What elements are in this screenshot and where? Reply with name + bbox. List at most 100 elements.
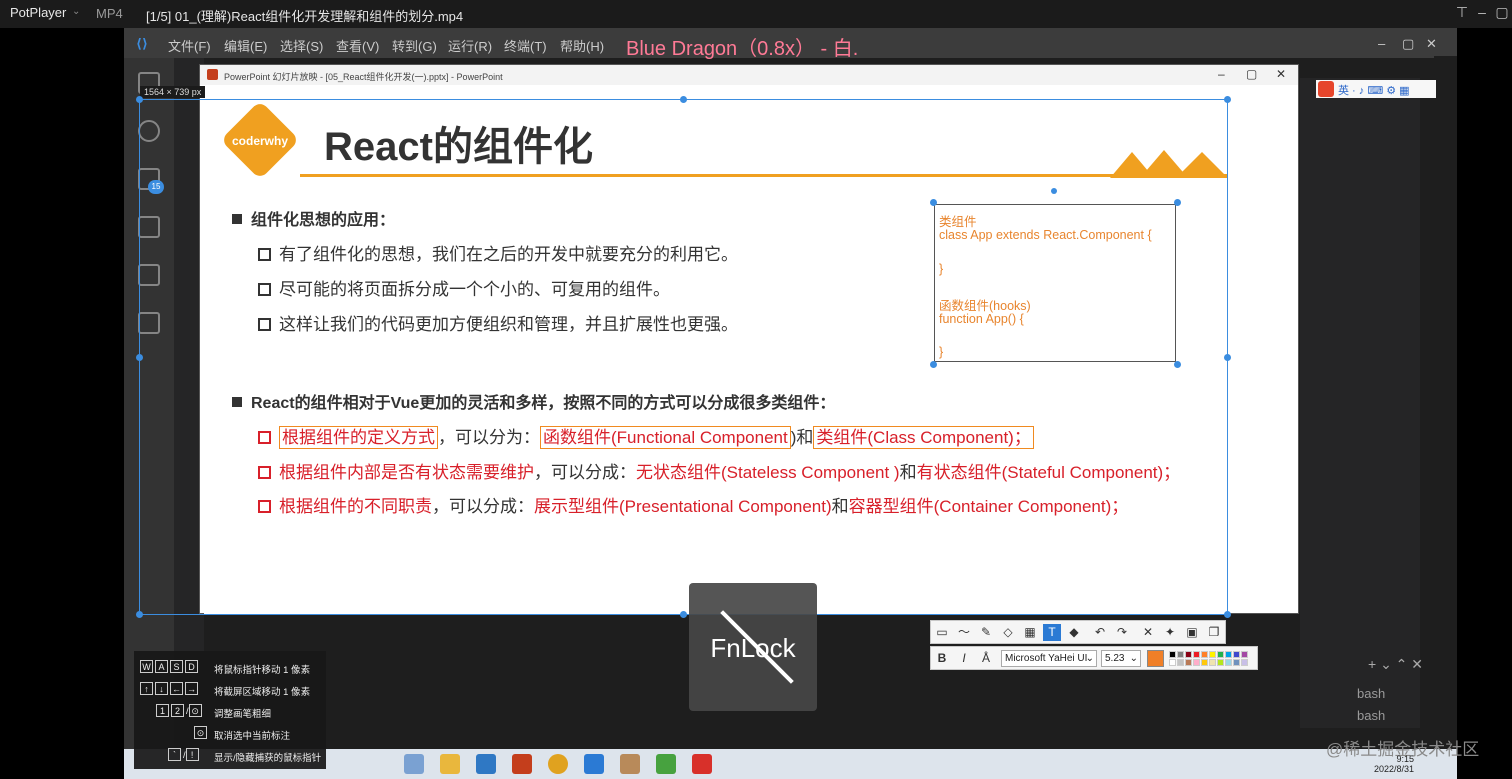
help-desc: 将截屏区域移动 1 像素 — [214, 687, 311, 698]
color-swatch[interactable] — [1185, 651, 1192, 658]
color-swatch[interactable] — [1201, 651, 1208, 658]
menu-help[interactable]: 帮助(H) — [560, 36, 604, 55]
save-icon[interactable]: ▣ — [1183, 624, 1201, 641]
chrome-icon[interactable] — [548, 754, 568, 774]
taskview-icon[interactable] — [404, 754, 424, 774]
menu-terminal[interactable]: 终端(T) — [504, 36, 547, 55]
menu-edit[interactable]: 编辑(E) — [224, 36, 267, 55]
color-swatch[interactable] — [1201, 659, 1208, 666]
window-minimize-icon[interactable]: – — [1378, 36, 1385, 51]
color-swatch[interactable] — [1177, 659, 1184, 666]
help-row: 1 2/⊙ — [156, 704, 204, 717]
resize-handle[interactable] — [136, 354, 143, 361]
help-row: ⊙ — [194, 726, 209, 739]
color-swatch[interactable] — [1177, 651, 1184, 658]
text-format-toolbar: B I Å Microsoft YaHei UI ⌄ 5.23 ⌄ — [930, 646, 1258, 670]
color-swatch[interactable] — [1241, 659, 1248, 666]
mosaic-tool-icon[interactable]: ▦ — [1021, 624, 1039, 641]
redo-icon[interactable]: ↷ — [1113, 624, 1131, 641]
fullscreen-icon[interactable]: ▢ — [1492, 4, 1512, 21]
terminal-tab-2[interactable]: bash — [1357, 708, 1385, 723]
ppt-maximize-icon[interactable]: ▢ — [1246, 67, 1257, 81]
line-tool-icon[interactable]: 〜 — [955, 624, 973, 641]
copy-icon[interactable]: ❐ — [1205, 624, 1223, 641]
annotation-handle[interactable] — [1174, 361, 1181, 368]
cancel-icon[interactable]: ✕ — [1139, 624, 1157, 641]
rotate-handle[interactable] — [1051, 188, 1057, 194]
color-swatch[interactable] — [1209, 651, 1216, 658]
undo-icon[interactable]: ↶ — [1091, 624, 1109, 641]
terminal-tab-1[interactable]: bash — [1357, 686, 1385, 701]
file-explorer-icon[interactable] — [440, 754, 460, 774]
color-swatch[interactable] — [1225, 651, 1232, 658]
ppt-close-icon[interactable]: ✕ — [1276, 67, 1286, 81]
color-swatch[interactable] — [1217, 651, 1224, 658]
player-name[interactable]: PotPlayer — [10, 5, 66, 20]
resize-handle[interactable] — [136, 611, 143, 618]
color-swatch[interactable] — [1225, 659, 1232, 666]
eraser-icon[interactable]: ◆ — [1065, 624, 1083, 641]
media-format: MP4 — [96, 6, 123, 21]
resize-handle[interactable] — [1224, 96, 1231, 103]
annotation-handle[interactable] — [1174, 199, 1181, 206]
menu-selection[interactable]: 选择(S) — [280, 36, 323, 55]
vscode-taskbar-icon[interactable] — [584, 754, 604, 774]
minimize-icon[interactable]: – — [1472, 4, 1492, 20]
color-swatch[interactable] — [1233, 651, 1240, 658]
menu-goto[interactable]: 转到(G) — [392, 36, 437, 55]
ime-toolbar[interactable]: 英 · ♪ ⌨ ⚙ ▦ — [1316, 80, 1436, 98]
help-desc: 取消选中当前标注 — [214, 731, 291, 742]
chevron-down-icon[interactable]: ⌄ — [72, 6, 80, 17]
resize-handle[interactable] — [1224, 354, 1231, 361]
menu-run[interactable]: 运行(R) — [448, 36, 492, 55]
green-app-icon[interactable] — [656, 754, 676, 774]
font-style-icon[interactable]: Å — [977, 650, 995, 667]
resize-handle[interactable] — [680, 96, 687, 103]
marker-tool-icon[interactable]: ◇ — [999, 624, 1017, 641]
chevron-down-icon: ⌄ — [1129, 653, 1138, 664]
powerpoint-icon — [207, 69, 218, 80]
rectangle-tool-icon[interactable]: ▭ — [933, 624, 951, 641]
help-desc: 调整画笔粗细 — [214, 709, 272, 720]
resize-handle[interactable] — [1224, 611, 1231, 618]
menu-view[interactable]: 查看(V) — [336, 36, 379, 55]
annotation-handle[interactable] — [930, 199, 937, 206]
color-swatch[interactable] — [1185, 659, 1192, 666]
pen-tool-icon[interactable]: ✎ — [977, 624, 995, 641]
terminal-actions-icon[interactable]: + ⌄ ⌃ ✕ — [1368, 656, 1423, 673]
color-swatch[interactable] — [1209, 659, 1216, 666]
italic-button[interactable]: I — [955, 650, 973, 667]
annotation-handle[interactable] — [930, 361, 937, 368]
system-clock: 9:15 2022/8/31 — [1374, 754, 1415, 774]
color-swatch[interactable] — [1217, 659, 1224, 666]
vscode-scrollbar — [1434, 56, 1457, 779]
resize-handle[interactable] — [680, 611, 687, 618]
ppt-minimize-icon[interactable]: – — [1218, 67, 1225, 81]
color-swatch[interactable] — [1241, 651, 1248, 658]
ime-mode-icon[interactable]: 英 · ♪ ⌨ ⚙ ▦ — [1338, 82, 1410, 98]
color-swatch[interactable] — [1169, 659, 1176, 666]
window-maximize-icon[interactable]: ▢ — [1402, 36, 1414, 52]
font-size-select[interactable]: 5.23 ⌄ — [1101, 650, 1141, 667]
color-swatch[interactable] — [1169, 651, 1176, 658]
current-color[interactable] — [1147, 650, 1164, 667]
text-tool-icon[interactable]: T — [1043, 624, 1061, 641]
resize-handle[interactable] — [136, 96, 143, 103]
bold-button[interactable]: B — [933, 650, 951, 667]
window-close-icon[interactable]: ✕ — [1426, 36, 1437, 52]
capture-selection[interactable] — [139, 99, 1228, 615]
help-row: ` /! — [168, 748, 201, 761]
app-icon[interactable] — [476, 754, 496, 774]
mouse-icon: ⊙ — [188, 704, 202, 717]
avatar-app-icon[interactable] — [620, 754, 640, 774]
pin-to-screen-icon[interactable]: ✦ — [1161, 624, 1179, 641]
red-app-icon[interactable] — [692, 754, 712, 774]
pin-icon[interactable]: ⊤ — [1452, 4, 1472, 21]
color-swatch[interactable] — [1193, 659, 1200, 666]
color-swatch[interactable] — [1233, 659, 1240, 666]
font-select[interactable]: Microsoft YaHei UI ⌄ — [1001, 650, 1097, 667]
hotkey-help-panel: WASD 将鼠标指针移动 1 像素 ↑ ↓ ← → 将截屏区域移动 1 像素 1 2/⊙… — [134, 651, 326, 769]
powerpoint-taskbar-icon[interactable] — [512, 754, 532, 774]
color-swatch[interactable] — [1193, 651, 1200, 658]
menu-file[interactable]: 文件(F) — [168, 36, 211, 55]
